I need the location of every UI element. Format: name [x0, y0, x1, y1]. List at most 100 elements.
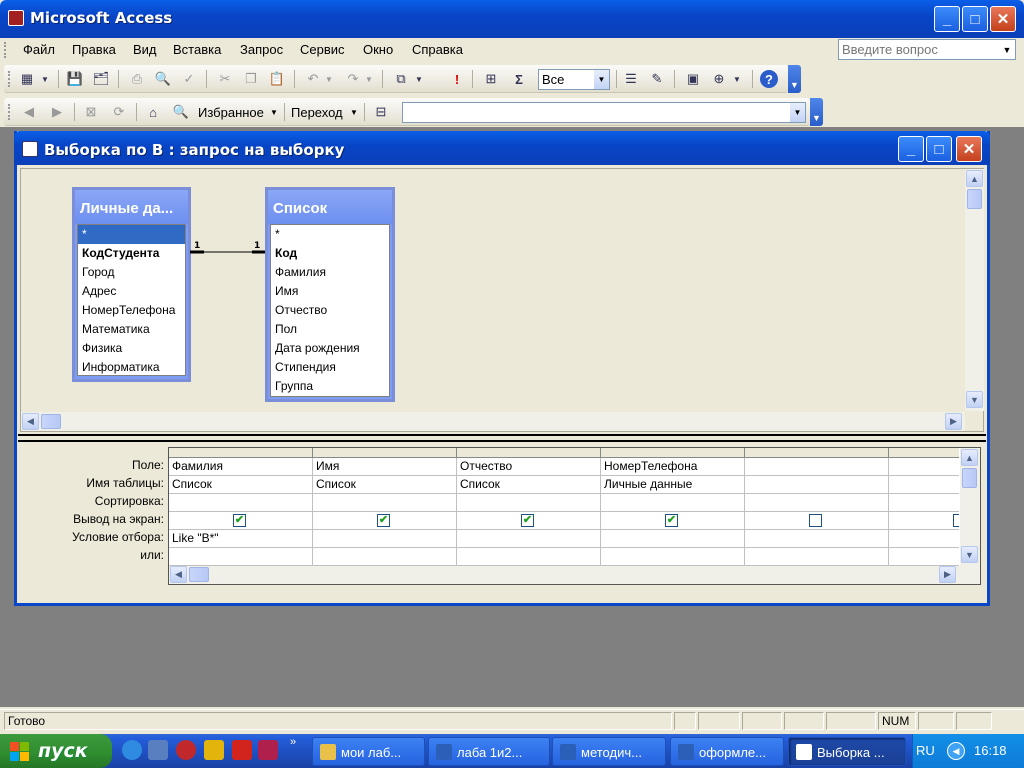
toolbar-options-chevron-icon[interactable]: ▼ [810, 98, 823, 126]
help-icon[interactable]: ? [760, 70, 778, 88]
qbe-cell-table[interactable] [889, 476, 959, 494]
toolbar-options-chevron-icon[interactable]: ▼ [788, 65, 801, 93]
field-list-item[interactable]: Пол [271, 320, 389, 339]
menu-file[interactable]: Файл [23, 42, 55, 57]
menu-view[interactable]: Вид [133, 42, 157, 57]
query-window-titlebar[interactable]: Выборка по В : запрос на выборку _ □ ✕ [14, 131, 990, 165]
show-checkbox[interactable]: ✔ [521, 514, 534, 527]
query-type-icon[interactable]: ⧉ [392, 70, 410, 88]
field-list-item[interactable]: Информатика [78, 358, 185, 375]
show-checkbox[interactable]: ✔ [233, 514, 246, 527]
menu-tools[interactable]: Сервис [300, 42, 345, 57]
qbe-cell-table[interactable]: Личные данные [601, 476, 745, 494]
query-close-button[interactable]: ✕ [956, 136, 982, 162]
new-object-icon[interactable]: ⊕ [710, 70, 728, 88]
field-list-item[interactable]: * [78, 225, 185, 244]
field-list-item[interactable]: Имя [271, 282, 389, 301]
back-icon[interactable]: ◀ [20, 103, 38, 121]
scroll-left-icon[interactable]: ◀ [22, 413, 39, 430]
spelling-icon[interactable]: ✓ [180, 70, 198, 88]
qbe-cell-criteria[interactable] [313, 530, 457, 548]
field-list-item[interactable]: Дата рождения [271, 339, 389, 358]
column-selector[interactable] [601, 448, 745, 458]
menu-window[interactable]: Окно [363, 42, 393, 57]
qbe-cell-or[interactable] [601, 548, 745, 566]
menu-help[interactable]: Справка [412, 42, 463, 57]
builder-icon[interactable]: ✎ [648, 70, 666, 88]
totals-icon[interactable]: Σ [510, 70, 528, 88]
chevron-down-icon[interactable]: ▼ [40, 70, 50, 88]
qbe-cell-show[interactable]: ✔ [457, 512, 601, 530]
forward-icon[interactable]: ▶ [48, 103, 66, 121]
quicklaunch-tool-icon[interactable] [258, 740, 278, 760]
field-list-item[interactable]: Математика [78, 320, 185, 339]
column-selector[interactable] [889, 448, 959, 458]
show-checkbox[interactable]: ✔ [377, 514, 390, 527]
field-list-item[interactable]: Код [271, 244, 389, 263]
app-maximize-button[interactable]: □ [962, 6, 988, 32]
table-pane-horizontal-scrollbar[interactable]: ◀ ▶ [21, 412, 965, 431]
properties-icon[interactable]: ☰ [622, 70, 640, 88]
qbe-cell-or[interactable] [745, 548, 889, 566]
scroll-thumb[interactable] [189, 567, 209, 582]
field-list-item[interactable]: Город [78, 263, 185, 282]
qbe-cell-show[interactable] [889, 512, 959, 530]
redo-icon[interactable]: ↷ [344, 70, 362, 88]
scroll-down-icon[interactable]: ▼ [961, 546, 978, 563]
qbe-cell-sort[interactable] [601, 494, 745, 512]
qbe-cell-sort[interactable] [313, 494, 457, 512]
run-icon[interactable]: ! [448, 70, 466, 88]
favorites-menu[interactable]: Избранное [198, 105, 264, 120]
save-icon[interactable]: 💾 [66, 70, 84, 88]
menu-edit[interactable]: Правка [72, 42, 116, 57]
scroll-right-icon[interactable]: ▶ [945, 413, 962, 430]
quicklaunch-app-icon[interactable] [148, 740, 168, 760]
quicklaunch-more-chevron-icon[interactable]: » [290, 736, 296, 748]
chevron-down-icon[interactable]: ▼ [364, 70, 374, 88]
toolbar-grip[interactable] [8, 71, 11, 87]
qbe-cell-table[interactable] [745, 476, 889, 494]
qbe-cell-sort[interactable] [745, 494, 889, 512]
chevron-down-icon[interactable]: ▼ [414, 70, 424, 88]
taskbar-button[interactable]: методич... [552, 737, 666, 766]
app-minimize-button[interactable]: _ [934, 6, 960, 32]
scroll-right-icon[interactable]: ▶ [939, 566, 956, 583]
field-list-item[interactable]: Адрес [78, 282, 185, 301]
chevron-down-icon[interactable]: ▼ [324, 70, 334, 88]
qbe-cell-criteria[interactable] [745, 530, 889, 548]
quicklaunch-ie-icon[interactable] [122, 740, 142, 760]
qbe-cell-sort[interactable] [889, 494, 959, 512]
quicklaunch-opera-icon[interactable] [176, 740, 196, 760]
top-values-combo[interactable]: Все ▼ [538, 69, 610, 90]
qbe-cell-show[interactable]: ✔ [169, 512, 313, 530]
column-selector[interactable] [457, 448, 601, 458]
qbe-cell-criteria[interactable]: Like "В*" [169, 530, 313, 548]
chevron-down-icon[interactable]: ▼ [999, 40, 1015, 59]
taskbar-button[interactable]: лаба 1и2... [428, 737, 550, 766]
go-menu[interactable]: Переход [291, 105, 343, 120]
scroll-up-icon[interactable]: ▲ [966, 170, 983, 187]
show-table-icon[interactable]: ⊞ [482, 70, 500, 88]
qbe-cell-sort[interactable] [457, 494, 601, 512]
tray-expand-icon[interactable]: ◀ [947, 742, 965, 760]
column-selector[interactable] [169, 448, 313, 458]
stop-icon[interactable]: ⊠ [82, 103, 100, 121]
field-list-title[interactable]: Список [268, 190, 392, 224]
chevron-down-icon[interactable]: ▼ [732, 70, 742, 88]
field-list-item[interactable]: Фамилия [271, 263, 389, 282]
qbe-cell-or[interactable] [889, 548, 959, 566]
chevron-down-icon[interactable]: ▼ [270, 108, 278, 117]
show-checkbox[interactable] [953, 514, 959, 527]
view-icon[interactable]: ▦ [18, 70, 36, 88]
relationship-line[interactable]: 1 1 [188, 238, 268, 260]
field-list-item[interactable]: Стипендия [271, 358, 389, 377]
qbe-cell-table[interactable]: Список [169, 476, 313, 494]
qbe-cell-or[interactable] [313, 548, 457, 566]
taskbar-button[interactable]: мои лаб... [312, 737, 425, 766]
field-list-item[interactable]: КодСтудента [78, 244, 185, 263]
qbe-cell-show[interactable] [745, 512, 889, 530]
qbe-cell-field[interactable]: Имя [313, 458, 457, 476]
scroll-up-icon[interactable]: ▲ [961, 449, 978, 466]
pane-splitter[interactable] [18, 434, 986, 442]
home-icon[interactable]: ⌂ [144, 103, 162, 121]
